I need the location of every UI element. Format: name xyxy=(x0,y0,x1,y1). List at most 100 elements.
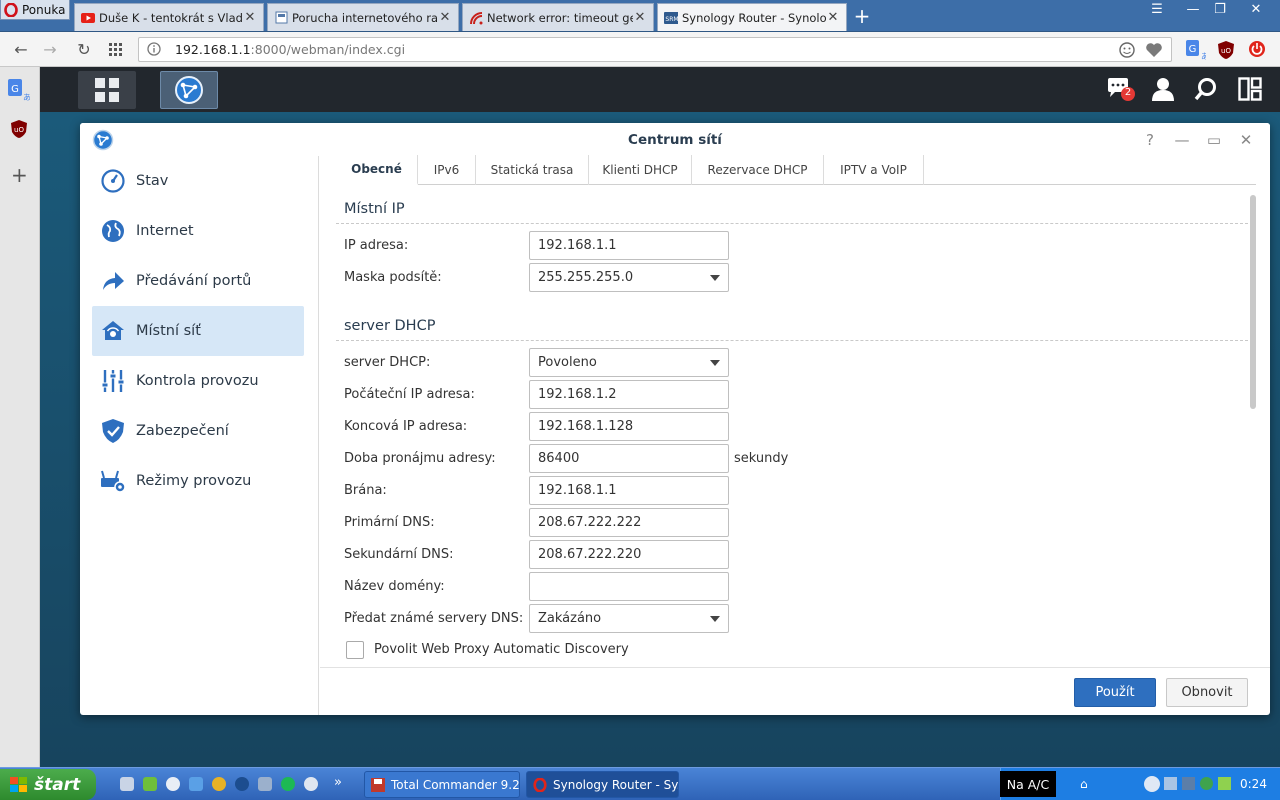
close-icon[interactable]: ✕ xyxy=(1236,130,1256,150)
speed-dial-grid-icon[interactable] xyxy=(106,40,126,60)
restore-window-icon[interactable]: ❐ xyxy=(1208,2,1232,20)
search-icon[interactable] xyxy=(1194,77,1218,101)
translate-extension-icon[interactable]: Gあ xyxy=(1186,40,1206,60)
nav-item-port-forwarding[interactable]: Předávání portů xyxy=(92,256,304,306)
tray-icon[interactable] xyxy=(1218,777,1231,790)
quicklaunch-icon[interactable] xyxy=(166,777,180,791)
network-center-icon xyxy=(174,75,204,105)
close-tab-icon[interactable]: ✕ xyxy=(438,10,452,25)
forward-dns-select[interactable]: Zakázáno xyxy=(529,604,729,633)
ip-address-field[interactable]: 192.168.1.1 xyxy=(529,231,729,260)
svg-text:uO: uO xyxy=(1221,47,1231,55)
tab-dhcp-reservation[interactable]: Rezervace DHCP xyxy=(692,155,824,185)
help-icon[interactable]: ? xyxy=(1140,130,1160,150)
svg-text:G: G xyxy=(11,84,19,95)
back-arrow-icon[interactable]: ← xyxy=(11,40,31,60)
add-sidebar-icon[interactable]: + xyxy=(11,163,28,187)
youtube-icon xyxy=(81,11,95,25)
taskbar-item-total-commander[interactable]: Total Commander 9.2... xyxy=(364,771,520,798)
section-divider xyxy=(336,340,1248,341)
start-ip-field[interactable]: 192.168.1.2 xyxy=(529,380,729,409)
url-field[interactable]: 192.168.1.1:8000/webman/index.cgi xyxy=(138,37,1172,62)
ublock-icon[interactable]: uO xyxy=(1217,40,1235,60)
close-tab-icon[interactable]: ✕ xyxy=(633,10,647,25)
secondary-dns-field[interactable]: 208.67.222.220 xyxy=(529,540,729,569)
quicklaunch-icon[interactable] xyxy=(235,777,249,791)
quicklaunch-icon[interactable] xyxy=(120,777,134,791)
power-extension-icon[interactable] xyxy=(1248,40,1266,58)
translate-sidebar-icon[interactable]: Gあ xyxy=(8,79,30,101)
tab-iptv-voip[interactable]: IPTV a VoIP xyxy=(824,155,924,185)
nav-item-local-network[interactable]: Místní síť xyxy=(92,306,304,356)
wpad-checkbox[interactable] xyxy=(346,641,364,659)
quicklaunch-icon[interactable] xyxy=(258,777,272,791)
gateway-field[interactable]: 192.168.1.1 xyxy=(529,476,729,505)
form-scrollbar[interactable] xyxy=(1250,195,1256,409)
main-menu-button[interactable] xyxy=(78,71,136,109)
tab-ipv6[interactable]: IPv6 xyxy=(418,155,476,185)
tray-expand-icon[interactable] xyxy=(1144,776,1160,792)
widgets-icon[interactable] xyxy=(1238,77,1262,101)
taskbar-item-opera[interactable]: Synology Router - Sy... xyxy=(526,771,679,798)
lease-time-field[interactable]: 86400 xyxy=(529,444,729,473)
tab-static-route[interactable]: Statická trasa xyxy=(476,155,589,185)
site-info-icon[interactable] xyxy=(147,42,161,56)
emoji-icon[interactable] xyxy=(1119,42,1135,58)
quicklaunch-icon[interactable] xyxy=(143,777,157,791)
user-icon[interactable] xyxy=(1151,77,1175,101)
heart-icon[interactable] xyxy=(1145,42,1163,58)
minimize-window-icon[interactable]: — xyxy=(1181,2,1205,20)
close-tab-icon[interactable]: ✕ xyxy=(243,10,257,25)
opera-menu-button[interactable]: Ponuka xyxy=(0,0,70,20)
reload-icon[interactable]: ↻ xyxy=(74,40,94,60)
nav-item-status[interactable]: Stav xyxy=(92,156,304,206)
new-tab-icon[interactable]: + xyxy=(852,6,872,26)
section-title-dhcp: server DHCP xyxy=(344,318,436,334)
primary-dns-field[interactable]: 208.67.222.222 xyxy=(529,508,729,537)
browser-tab-synology[interactable]: SRM Synology Router - SynologyR... ✕ xyxy=(657,3,847,31)
dhcp-server-select[interactable]: Povoleno xyxy=(529,348,729,377)
chrome-icon[interactable] xyxy=(212,777,226,791)
nav-item-operation-modes[interactable]: Režimy provozu xyxy=(92,456,304,506)
chevron-right-icon[interactable]: » xyxy=(334,775,342,790)
maximize-icon[interactable]: ▭ xyxy=(1204,130,1224,150)
browser-tab-network-error[interactable]: Network error: timeout gettin... ✕ xyxy=(462,3,654,31)
tray-icon[interactable] xyxy=(1200,777,1213,790)
start-button[interactable]: štart xyxy=(0,769,96,800)
start-ip-label: Počáteční IP adresa: xyxy=(344,387,475,402)
minimize-icon[interactable]: — xyxy=(1172,130,1192,150)
ublock-sidebar-icon[interactable]: uO xyxy=(10,119,28,139)
quicklaunch-icon[interactable] xyxy=(189,777,203,791)
tab-title: Network error: timeout gettin... xyxy=(487,10,633,25)
end-ip-field[interactable]: 192.168.1.128 xyxy=(529,412,729,441)
windows-taskbar: štart » Total Commander 9.2... Synology … xyxy=(0,767,1280,800)
quicklaunch-icon[interactable] xyxy=(304,777,318,791)
close-tab-icon[interactable]: ✕ xyxy=(826,10,840,25)
apply-button[interactable]: Použít xyxy=(1074,678,1156,707)
network-tray-icon[interactable] xyxy=(1182,777,1195,790)
tray-icon[interactable]: ⌂ xyxy=(1080,777,1088,791)
notification-count: 2 xyxy=(1124,87,1132,98)
browser-tab-forum[interactable]: Porucha internetového radia? ✕ xyxy=(267,3,459,31)
tab-dhcp-clients[interactable]: Klienti DHCP xyxy=(589,155,692,185)
reset-button[interactable]: Obnovit xyxy=(1166,678,1248,707)
forward-arrow-icon[interactable]: → xyxy=(40,40,60,60)
network-center-taskbar-button[interactable] xyxy=(160,71,218,109)
subnet-mask-select[interactable]: 255.255.255.0 xyxy=(529,263,729,292)
tray-icon[interactable] xyxy=(1164,777,1177,790)
nav-item-internet[interactable]: Internet xyxy=(92,206,304,256)
tab-general[interactable]: Obecné xyxy=(336,155,418,185)
domain-name-field[interactable] xyxy=(529,572,729,601)
tab-menu-icon[interactable]: ☰ xyxy=(1145,2,1169,20)
spotify-icon[interactable] xyxy=(281,777,295,791)
keyboard-language-indicator[interactable]: Na A/C xyxy=(1000,771,1056,797)
section-title-local-ip: Místní IP xyxy=(344,201,405,217)
browser-tab-bar: Ponuka Duše K - tentokrát s Vladimír... … xyxy=(0,0,1280,32)
forward-arrow-icon xyxy=(100,268,126,294)
nav-item-traffic-control[interactable]: Kontrola provozu xyxy=(92,356,304,406)
close-window-icon[interactable]: ✕ xyxy=(1244,2,1268,20)
browser-tab-youtube[interactable]: Duše K - tentokrát s Vladimír... ✕ xyxy=(74,3,264,31)
window-title-bar[interactable]: Centrum sítí ? — ▭ ✕ xyxy=(80,123,1270,156)
notifications-icon[interactable]: 2 xyxy=(1106,77,1136,103)
nav-item-security[interactable]: Zabezpečení xyxy=(92,406,304,456)
